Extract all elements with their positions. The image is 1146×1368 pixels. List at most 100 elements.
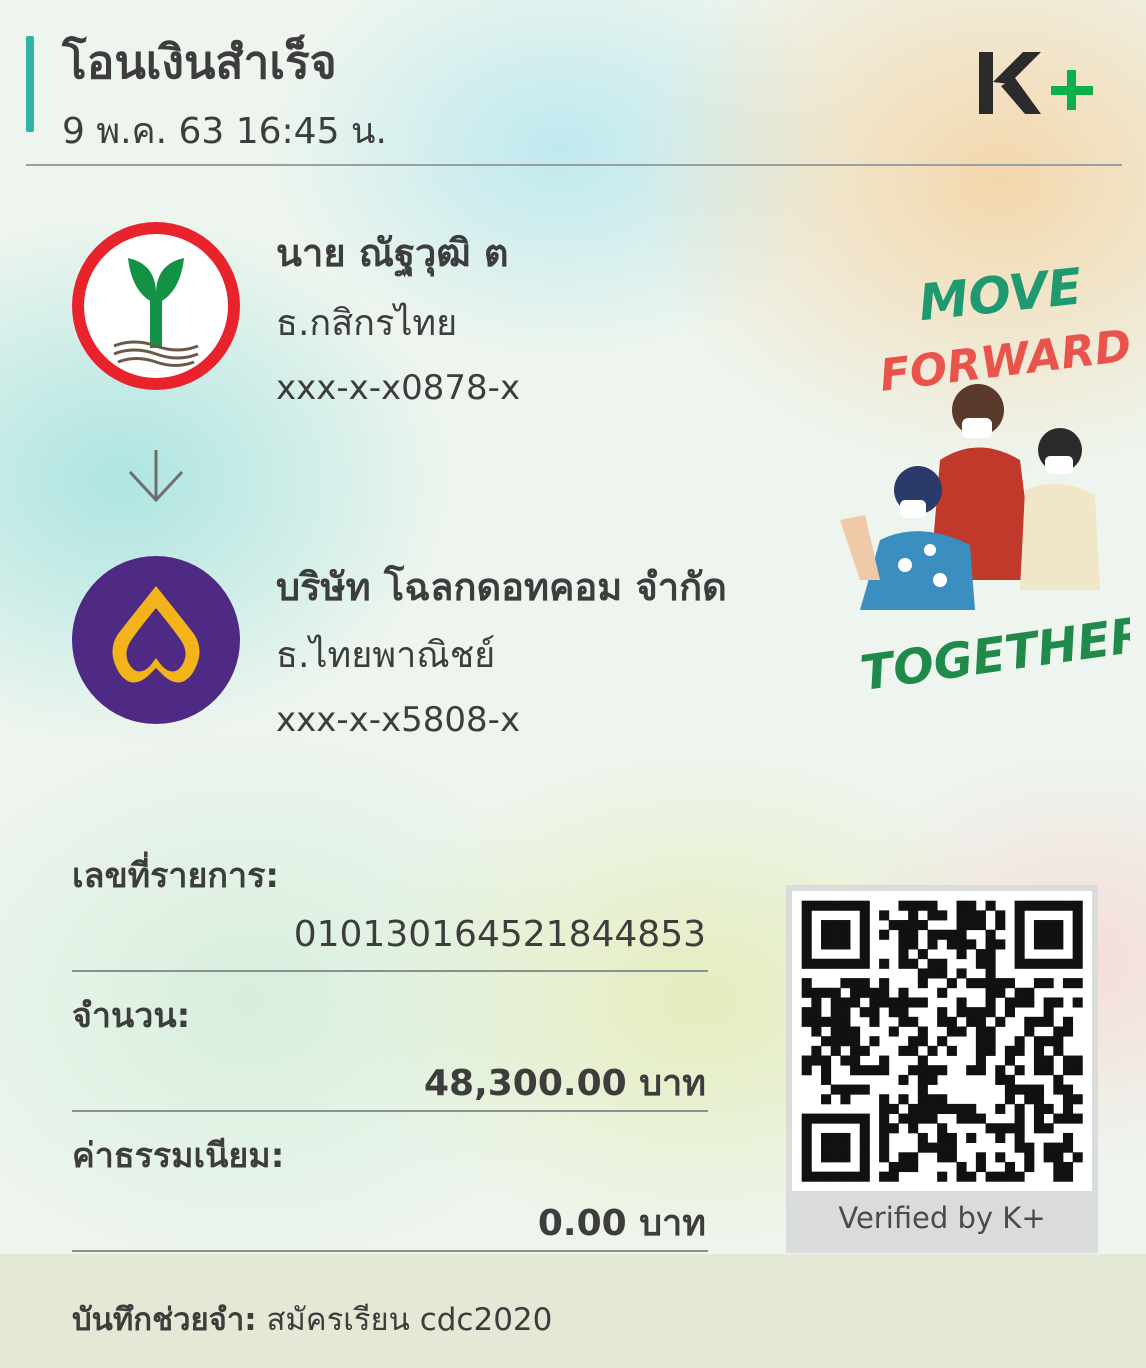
qr-module <box>908 1045 919 1056</box>
transfer-datetime: 9 พ.ค. 63 16:45 น. <box>62 111 387 152</box>
qr-module <box>1062 958 1074 969</box>
qr-module <box>801 1065 812 1076</box>
qr-module <box>1033 1123 1045 1134</box>
qr-module <box>840 1084 851 1095</box>
qr-module <box>1033 1113 1045 1124</box>
qr-module <box>859 1045 870 1056</box>
qr-module <box>801 910 812 921</box>
qr-module <box>917 949 928 960</box>
qr-module <box>801 1055 812 1066</box>
qr-code-icon[interactable] <box>792 891 1092 1191</box>
qr-module <box>937 1132 948 1144</box>
qr-module <box>966 1132 977 1144</box>
qr-module <box>840 1094 851 1105</box>
qr-module <box>985 1026 996 1037</box>
qr-module <box>1053 1026 1064 1037</box>
qr-module <box>1062 978 1074 989</box>
qr-module <box>975 978 986 989</box>
qr-module <box>1072 900 1083 911</box>
qr-module <box>908 900 919 911</box>
qr-module <box>995 978 1006 989</box>
qr-module <box>1033 1103 1045 1114</box>
qr-module <box>821 929 832 940</box>
qr-module <box>801 1123 812 1134</box>
qr-module <box>801 1132 812 1144</box>
qr-module <box>1033 1094 1045 1105</box>
qr-module <box>1014 1171 1025 1182</box>
qr-module <box>821 900 832 911</box>
qr-module <box>908 910 919 921</box>
qr-module <box>898 920 909 931</box>
qr-module <box>850 1055 861 1066</box>
qr-module <box>908 929 919 940</box>
qr-module <box>937 1065 948 1076</box>
qr-module <box>1004 1055 1015 1066</box>
qr-module <box>956 1103 967 1114</box>
qr-module <box>879 958 890 969</box>
qr-module <box>859 1065 870 1076</box>
qr-module <box>966 1171 977 1182</box>
qr-module <box>830 1036 841 1047</box>
qr-module <box>917 1036 928 1047</box>
qr-module <box>1072 949 1083 960</box>
qr-module <box>898 1007 909 1018</box>
qr-module <box>801 1152 812 1163</box>
qr-module <box>821 1132 832 1144</box>
kplus-logo-icon <box>979 52 1093 114</box>
qr-module <box>1024 1161 1035 1173</box>
qr-module <box>869 1007 880 1018</box>
qr-module <box>937 1142 948 1153</box>
qr-module <box>1072 1065 1083 1076</box>
qr-module <box>946 939 957 950</box>
qr-module <box>1043 1152 1054 1163</box>
qr-module <box>927 958 938 969</box>
qr-module <box>985 1123 996 1134</box>
qr-module <box>888 920 899 931</box>
scb-logo-icon <box>72 556 240 724</box>
amount-divider <box>72 1110 708 1112</box>
qr-module <box>1062 1113 1074 1124</box>
qr-module <box>1014 1113 1025 1124</box>
qr-module <box>879 997 890 1008</box>
qr-module <box>956 1161 967 1173</box>
qr-module <box>821 920 832 931</box>
qr-module <box>830 1016 841 1027</box>
qr-module <box>995 1132 1006 1144</box>
qr-module <box>850 978 861 989</box>
qr-module <box>975 1045 986 1056</box>
qr-module <box>879 1055 890 1066</box>
qr-module <box>859 929 870 940</box>
qr-module <box>975 1113 986 1124</box>
qr-module <box>956 939 967 950</box>
qr-module <box>811 1113 822 1124</box>
qr-module <box>888 1123 899 1134</box>
qr-module <box>850 1036 861 1047</box>
qr-module <box>859 1123 870 1134</box>
qr-module <box>927 1094 938 1105</box>
qr-module <box>1024 958 1035 969</box>
qr-module <box>1053 1084 1064 1095</box>
qr-module <box>1033 929 1045 940</box>
qr-module <box>859 1171 870 1182</box>
qr-module <box>879 1113 890 1124</box>
qr-module <box>956 1007 967 1018</box>
qr-module <box>927 910 938 921</box>
qr-module <box>917 968 928 979</box>
qr-module <box>966 1007 977 1018</box>
qr-module <box>917 1065 928 1076</box>
qr-module <box>1072 997 1083 1008</box>
qr-module <box>1024 1094 1035 1105</box>
qr-module <box>840 1171 851 1182</box>
qr-module <box>937 1103 948 1114</box>
qr-module <box>1043 1016 1054 1027</box>
qr-verification-panel[interactable]: Verified by K+ <box>786 885 1098 1253</box>
qr-module <box>1014 1123 1025 1134</box>
qr-module <box>869 997 880 1008</box>
receiver-account: xxx-x-x5808-x <box>276 700 521 740</box>
qr-module <box>801 1171 812 1182</box>
qr-module <box>975 1036 986 1047</box>
qr-module <box>1053 929 1064 940</box>
qr-module <box>1053 1074 1064 1085</box>
qr-module <box>1014 958 1025 969</box>
qr-module <box>850 1065 861 1076</box>
